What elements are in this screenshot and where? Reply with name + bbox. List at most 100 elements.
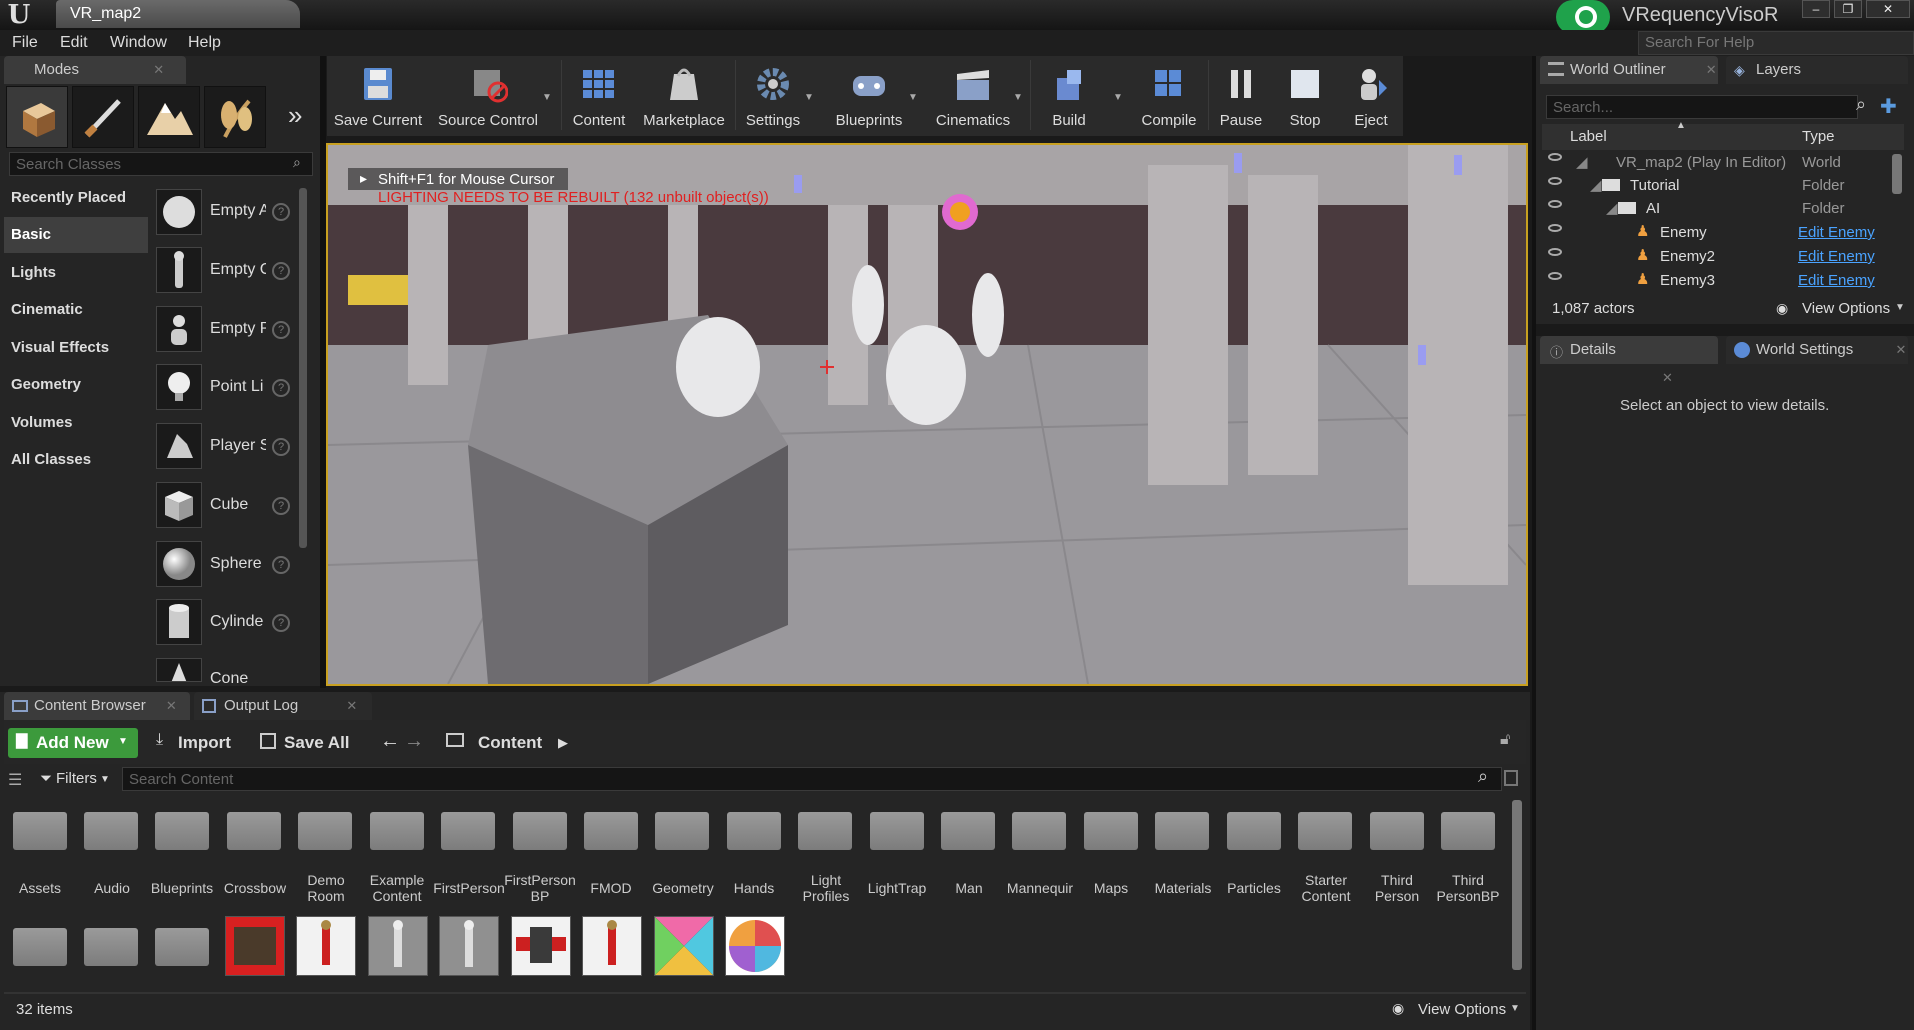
asset-thumbnail[interactable] [296,916,356,976]
folder-icon[interactable] [1155,812,1209,850]
sources-panel-icon[interactable]: ☰ [8,770,22,790]
tab-details[interactable]: Details ✕ [1540,336,1718,385]
eject-button[interactable]: Eject [1344,56,1398,136]
category-cinematic[interactable]: Cinematic [4,292,148,328]
dropdown-arrow-icon[interactable]: ▼ [1113,92,1123,103]
tab-output-log[interactable]: Output Log ✕ [194,692,372,720]
visibility-eye-icon[interactable] [1548,153,1562,161]
visibility-eye-icon[interactable] [1548,224,1562,232]
close-tab-icon[interactable]: ✕ [153,62,164,77]
folder-label[interactable]: Light Profiles [790,872,862,904]
folder-icon[interactable] [441,812,495,850]
folder-icon[interactable] [13,812,67,850]
folder-icon[interactable] [941,812,995,850]
play-arrow-icon[interactable]: ▸ [360,170,367,187]
paint-mode-button[interactable] [72,86,134,148]
save-all-button[interactable]: Save All [284,733,350,753]
menu-window[interactable]: Window [110,30,167,56]
help-icon[interactable]: ? [272,438,290,456]
empty-pawn-icon[interactable] [156,306,202,352]
folder-label[interactable]: Starter Content [1290,872,1362,904]
class-item-label[interactable]: Sphere [210,555,266,573]
back-arrow-icon[interactable]: ← [380,730,400,753]
add-filter-icon[interactable]: ✚ [1880,94,1897,119]
folder-icon[interactable] [227,812,281,850]
view-options-button[interactable]: View Options [1802,300,1890,317]
folder-label[interactable]: Audio [76,880,148,896]
asset-thumbnail[interactable] [654,916,714,976]
outliner-row-label[interactable]: AI [1646,200,1660,217]
tab-world-outliner[interactable]: World Outliner ✕ [1540,56,1718,84]
folder-icon[interactable] [798,812,852,850]
folder-icon[interactable] [298,812,352,850]
folder-icon[interactable] [1298,812,1352,850]
search-content-input[interactable]: Search Content [122,767,1502,791]
landscape-mode-button[interactable] [138,86,200,148]
folder-icon[interactable] [727,812,781,850]
tree-expand-icon[interactable]: ◢ [1606,199,1618,217]
help-icon[interactable]: ? [272,379,290,397]
panel-splitter[interactable] [1532,56,1536,1030]
edit-enemy-link[interactable]: Edit Enemy [1798,272,1875,289]
class-item-label[interactable]: Point Li [210,378,266,396]
path-content[interactable]: Content [478,733,542,753]
column-label[interactable]: Label [1570,128,1607,145]
folder-label[interactable]: Mannequir [1004,880,1076,896]
close-tab-icon[interactable]: ✕ [1706,62,1717,77]
save-current-button[interactable]: Save Current [332,56,424,136]
cinematics-button[interactable]: Cinematics [930,56,1016,136]
sphere-icon[interactable] [156,541,202,587]
category-geometry[interactable]: Geometry [4,367,148,403]
view-options-button[interactable]: View Options [1418,1001,1506,1018]
class-item-label[interactable]: Player S [210,437,266,455]
dropdown-arrow-icon[interactable]: ▼ [1013,92,1023,103]
asset-thumbnail[interactable] [725,916,785,976]
folder-icon[interactable] [84,928,138,966]
document-tab[interactable]: VR_map2 [56,0,300,28]
blueprints-button[interactable]: Blueprints [826,56,912,136]
close-tab-icon[interactable]: ✕ [1895,342,1906,357]
menu-help[interactable]: Help [188,30,221,56]
place-mode-button[interactable] [6,86,68,148]
folder-icon[interactable] [155,928,209,966]
category-visual-effects[interactable]: Visual Effects [4,330,148,366]
help-icon[interactable]: ? [272,497,290,515]
folder-label[interactable]: Geometry [647,880,719,896]
visibility-eye-icon[interactable] [1548,272,1562,280]
forward-arrow-icon[interactable]: → [404,730,424,753]
close-button[interactable]: ✕ [1866,0,1910,18]
chevron-down-icon[interactable]: ▼ [100,774,110,785]
outliner-row-label[interactable]: Enemy [1660,224,1707,241]
outliner-row-label[interactable]: Enemy2 [1660,248,1715,265]
outliner-search-input[interactable]: Search... [1546,95,1858,119]
help-search-input[interactable]: Search For Help [1638,31,1914,55]
folder-icon[interactable] [655,812,709,850]
category-all-classes[interactable]: All Classes [4,442,148,478]
close-tab-icon[interactable]: ✕ [346,698,357,713]
tab-modes[interactable]: Modes ✕ [4,56,186,84]
help-icon[interactable]: ? [272,556,290,574]
sort-ascending-icon[interactable]: ▲ [1676,120,1686,131]
foliage-mode-button[interactable] [204,86,266,148]
folder-label[interactable]: Example Content [361,872,433,904]
outliner-row-label[interactable]: VR_map2 (Play In Editor) [1616,154,1786,171]
cube-icon[interactable] [156,482,202,528]
point-light-icon[interactable] [156,364,202,410]
class-item-label[interactable]: Empty A [210,202,266,220]
outliner-row-label[interactable]: Tutorial [1630,177,1679,194]
class-item-label[interactable]: Cone [210,670,266,684]
source-control-button[interactable]: Source Control [432,56,544,136]
build-button[interactable]: Build [1036,56,1102,136]
folder-icon[interactable] [1012,812,1066,850]
folder-label[interactable]: Crossbow [219,880,291,896]
marketplace-button[interactable]: Marketplace [638,56,730,136]
folder-label[interactable]: Maps [1075,880,1147,896]
folder-label[interactable]: Particles [1218,880,1290,896]
help-icon[interactable]: ? [272,203,290,221]
asset-thumbnail[interactable] [582,916,642,976]
pause-button[interactable]: Pause [1214,56,1268,136]
level-viewport[interactable] [326,143,1528,686]
scrollbar[interactable] [1512,800,1522,970]
panel-splitter[interactable] [320,56,326,688]
tab-content-browser[interactable]: Content Browser ✕ [4,692,190,720]
